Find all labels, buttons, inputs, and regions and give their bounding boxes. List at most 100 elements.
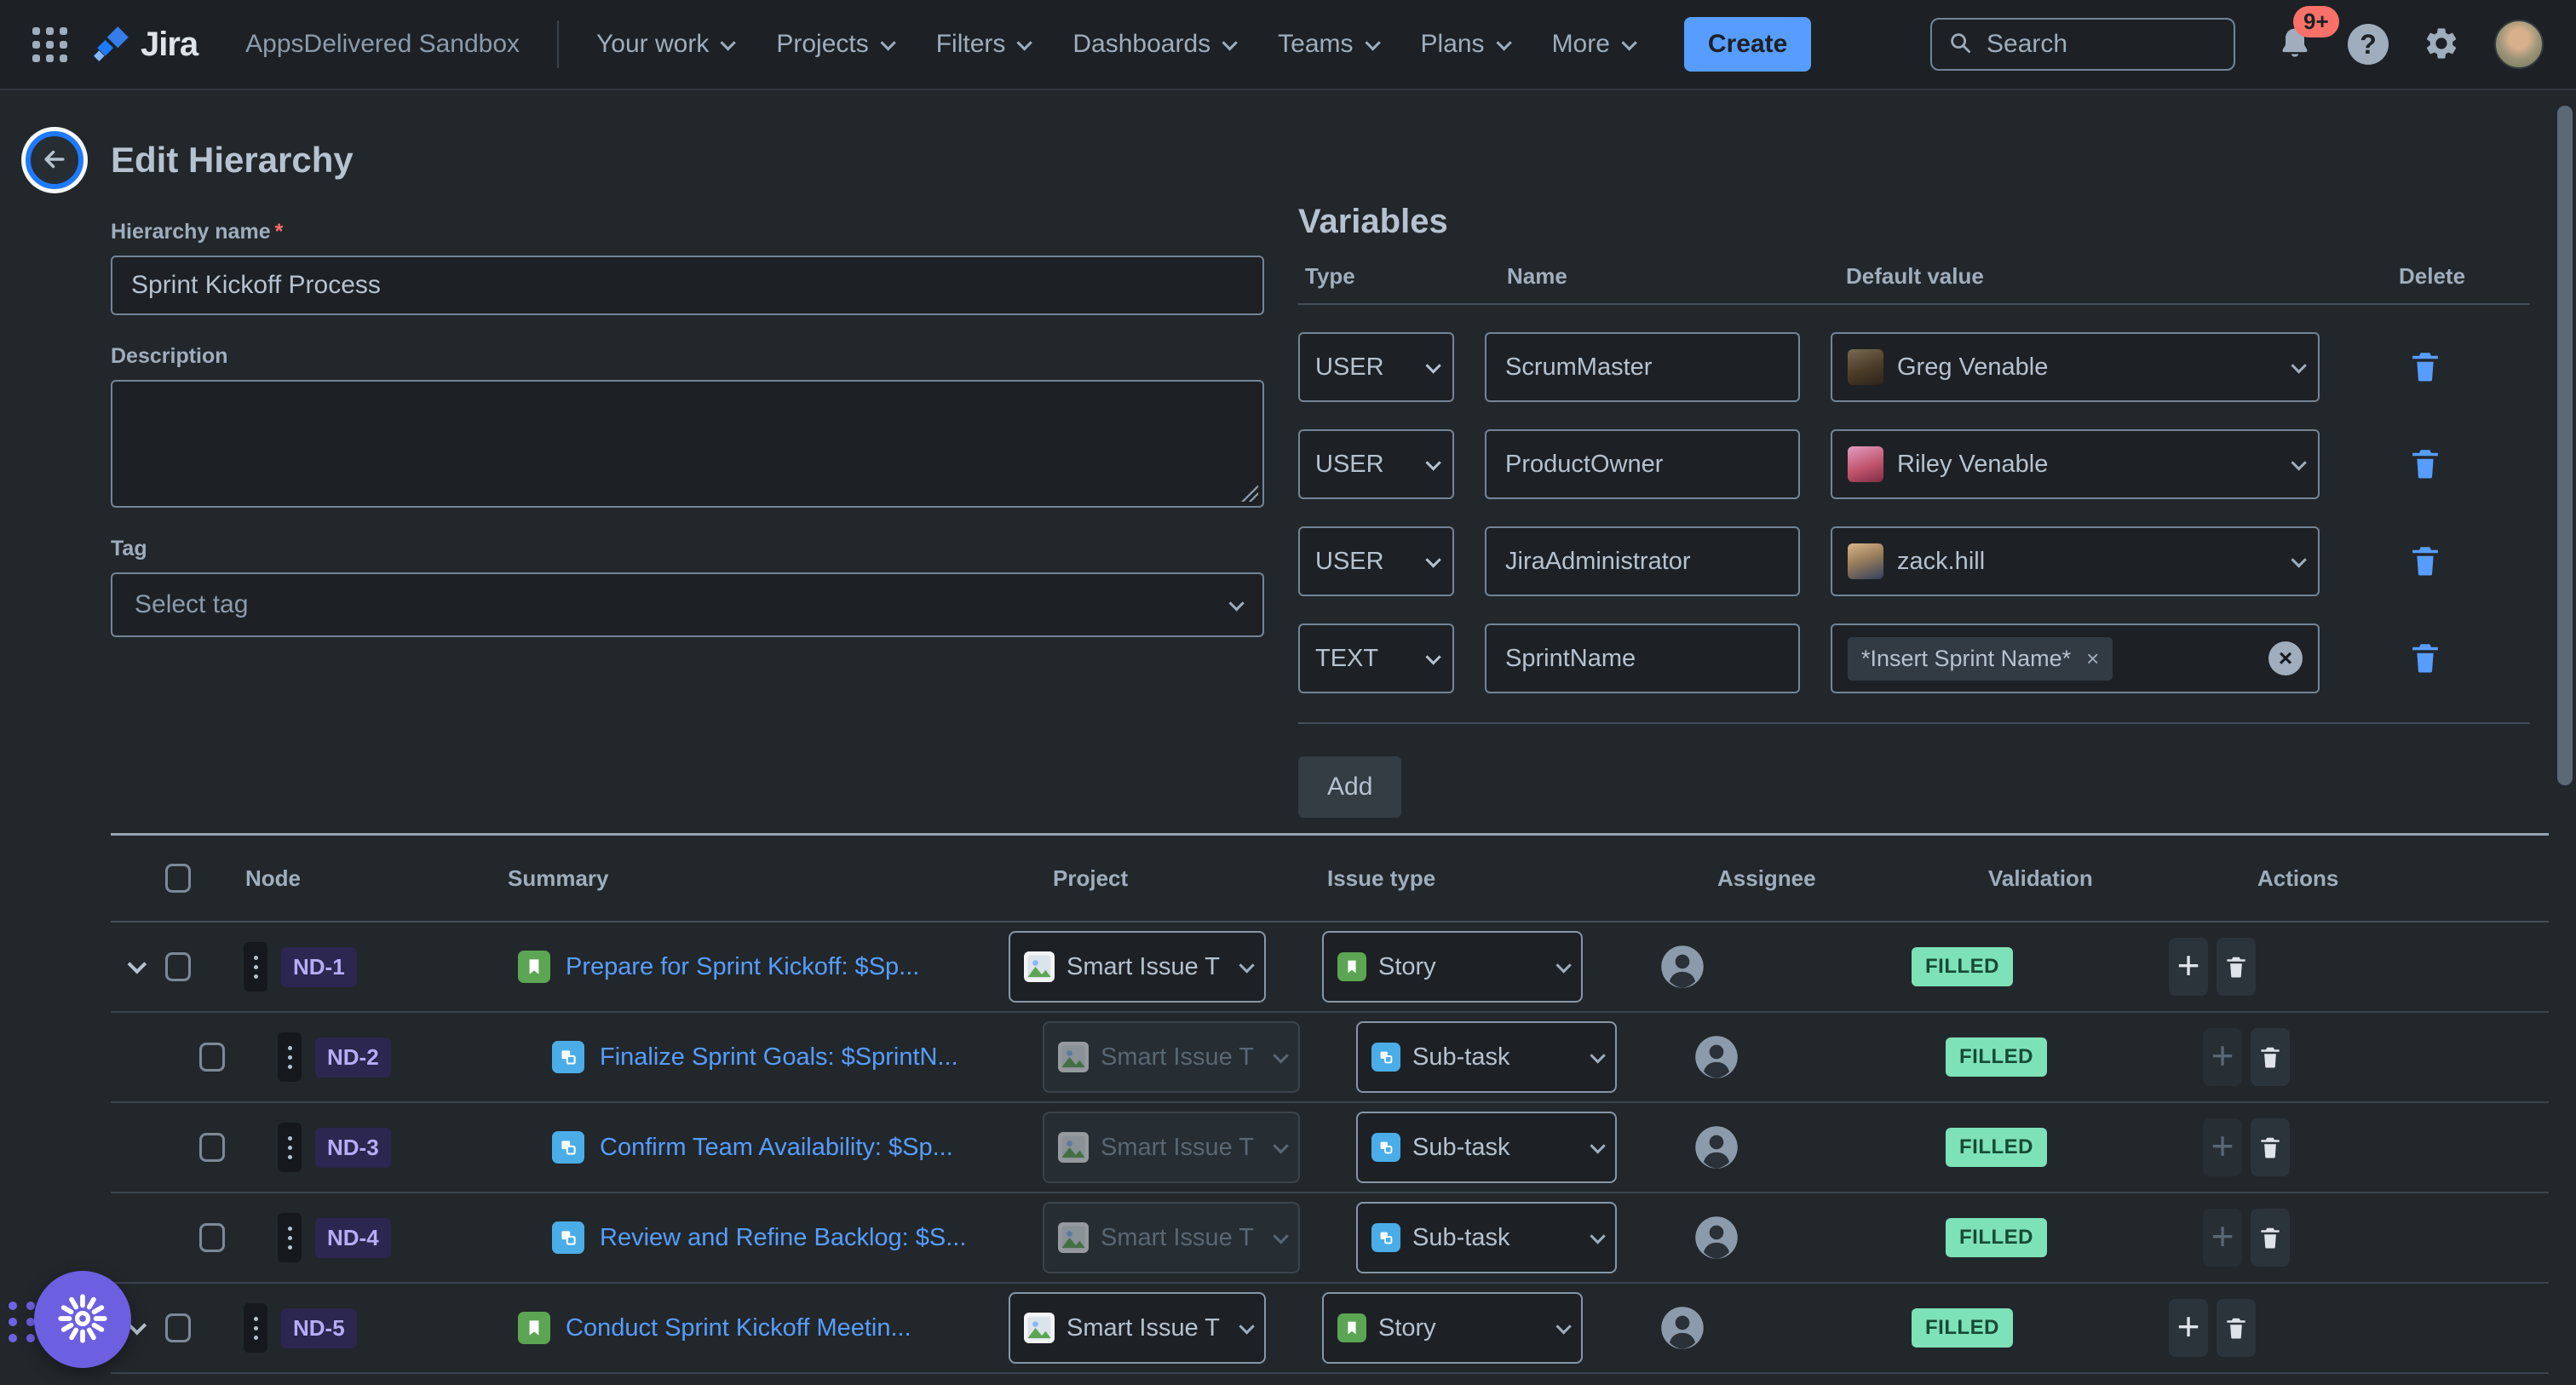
search-icon bbox=[1947, 30, 1973, 60]
drag-handle[interactable] bbox=[278, 1123, 302, 1172]
vertical-scrollbar[interactable] bbox=[2557, 106, 2573, 785]
delete-node-button[interactable] bbox=[2217, 938, 2256, 996]
node-key-badge[interactable]: ND-4 bbox=[315, 1218, 391, 1258]
add-child-button[interactable] bbox=[2169, 1299, 2208, 1357]
issue-type-select[interactable]: Sub-task bbox=[1356, 1112, 1617, 1183]
select-all-checkbox[interactable] bbox=[165, 864, 191, 893]
issue-type-select[interactable]: Sub-task bbox=[1356, 1202, 1617, 1273]
subtask-icon bbox=[552, 1221, 584, 1254]
node-key-badge[interactable]: ND-1 bbox=[281, 947, 357, 987]
subtask-icon bbox=[552, 1041, 584, 1073]
delete-node-button[interactable] bbox=[2251, 1118, 2290, 1176]
tag-select[interactable]: Select tag bbox=[111, 572, 1264, 637]
nav-menu-your-work[interactable]: Your work bbox=[596, 30, 732, 59]
drag-handle[interactable] bbox=[244, 1303, 267, 1353]
summary-link[interactable]: Confirm Team Availability: $Sp... bbox=[600, 1134, 953, 1162]
summary-link[interactable]: Review and Refine Backlog: $S... bbox=[600, 1224, 966, 1252]
remove-chip-icon[interactable] bbox=[2086, 647, 2099, 670]
variables-title: Variables bbox=[1298, 203, 2530, 241]
issue-type-select[interactable]: Story bbox=[1322, 1292, 1583, 1364]
summary-link[interactable]: Prepare for Sprint Kickoff: $Sp... bbox=[566, 953, 919, 981]
variable-name-input[interactable] bbox=[1485, 526, 1800, 596]
resize-grip-icon[interactable] bbox=[1241, 485, 1258, 502]
issue-type-name: Sub-task bbox=[1412, 1224, 1509, 1252]
clear-field-icon[interactable] bbox=[2268, 641, 2303, 675]
assignee-avatar[interactable] bbox=[1659, 1305, 1705, 1351]
delete-variable-button[interactable] bbox=[2407, 445, 2443, 484]
chevron-down-icon bbox=[1496, 35, 1511, 50]
delete-node-button[interactable] bbox=[2251, 1028, 2290, 1086]
hierarchy-name-input[interactable] bbox=[111, 256, 1264, 315]
nav-menu-plans[interactable]: Plans bbox=[1421, 30, 1508, 59]
delete-node-button[interactable] bbox=[2217, 1299, 2256, 1357]
chevron-down-icon bbox=[1425, 649, 1440, 664]
expand-caret-icon[interactable] bbox=[128, 955, 147, 974]
project-select[interactable]: Smart Issue T bbox=[1009, 931, 1266, 1003]
summary-link[interactable]: Finalize Sprint Goals: $SprintN... bbox=[600, 1043, 958, 1072]
create-button[interactable]: Create bbox=[1684, 17, 1811, 72]
issue-type-select[interactable]: Sub-task bbox=[1356, 1021, 1617, 1093]
chevron-down-icon bbox=[1590, 1138, 1605, 1153]
variable-default-select[interactable]: Greg Venable bbox=[1831, 332, 2320, 402]
variable-default-select[interactable]: Riley Venable bbox=[1831, 429, 2320, 499]
variable-name-input[interactable] bbox=[1485, 332, 1800, 402]
nav-menu-teams[interactable]: Teams bbox=[1278, 30, 1376, 59]
row-checkbox[interactable] bbox=[199, 1133, 225, 1162]
chevron-down-icon bbox=[1239, 1319, 1254, 1334]
nav-menu-projects[interactable]: Projects bbox=[776, 30, 891, 59]
delete-variable-button[interactable] bbox=[2407, 640, 2443, 678]
jira-logo[interactable]: Jira bbox=[93, 23, 198, 66]
help-button[interactable] bbox=[2348, 24, 2389, 65]
project-name: Smart Issue T bbox=[1101, 1224, 1254, 1252]
type-value: USER bbox=[1315, 451, 1384, 479]
row-checkbox[interactable] bbox=[199, 1043, 225, 1072]
variable-type-select[interactable]: USER bbox=[1298, 429, 1454, 499]
variable-name-input[interactable] bbox=[1485, 624, 1800, 693]
app-switcher-icon[interactable] bbox=[32, 27, 67, 62]
settings-button[interactable] bbox=[2423, 25, 2460, 65]
search-input[interactable] bbox=[1987, 30, 2218, 59]
assignee-avatar[interactable] bbox=[1693, 1124, 1739, 1170]
variable-type-select[interactable]: USER bbox=[1298, 526, 1454, 596]
search-box[interactable] bbox=[1930, 18, 2235, 71]
drag-handle[interactable] bbox=[244, 942, 267, 991]
row-checkbox[interactable] bbox=[199, 1223, 225, 1252]
variable-type-select[interactable]: TEXT bbox=[1298, 624, 1454, 693]
nav-menu-filters[interactable]: Filters bbox=[936, 30, 1029, 59]
variable-type-select[interactable]: USER bbox=[1298, 332, 1454, 402]
notifications-button[interactable]: 9+ bbox=[2276, 25, 2314, 65]
nav-menu-dashboards[interactable]: Dashboards bbox=[1072, 30, 1233, 59]
delete-variable-button[interactable] bbox=[2407, 348, 2443, 387]
summary-link[interactable]: Conduct Sprint Kickoff Meetin... bbox=[566, 1314, 911, 1342]
back-button[interactable] bbox=[26, 131, 83, 189]
delete-variable-button[interactable] bbox=[2407, 543, 2443, 581]
nav-menu-more[interactable]: More bbox=[1552, 30, 1633, 59]
variable-row: USER zack.hill bbox=[1298, 526, 2530, 596]
issue-type-select[interactable]: Story bbox=[1322, 931, 1583, 1003]
chevron-down-icon bbox=[1017, 35, 1032, 50]
variable-name-input[interactable] bbox=[1485, 429, 1800, 499]
row-checkbox[interactable] bbox=[165, 1313, 191, 1342]
variable-default-multiselect[interactable]: *Insert Sprint Name* bbox=[1831, 624, 2320, 693]
assignee-avatar[interactable] bbox=[1693, 1034, 1739, 1080]
add-variable-button[interactable]: Add bbox=[1298, 756, 1401, 818]
assignee-avatar[interactable] bbox=[1693, 1215, 1739, 1261]
drag-handle[interactable] bbox=[278, 1213, 302, 1262]
validation-badge: FILLED bbox=[1946, 1128, 2047, 1167]
widget-drag-handle[interactable] bbox=[9, 1302, 35, 1342]
drag-handle[interactable] bbox=[278, 1032, 302, 1082]
row-checkbox[interactable] bbox=[165, 952, 191, 981]
node-key-badge[interactable]: ND-2 bbox=[315, 1037, 391, 1078]
delete-node-button[interactable] bbox=[2251, 1209, 2290, 1267]
description-textarea[interactable] bbox=[111, 380, 1264, 508]
profile-button[interactable] bbox=[2494, 20, 2544, 69]
assistant-fab-button[interactable] bbox=[34, 1271, 131, 1368]
project-select[interactable]: Smart Issue T bbox=[1009, 1292, 1266, 1364]
issue-type-name: Story bbox=[1378, 953, 1436, 981]
assignee-avatar[interactable] bbox=[1659, 944, 1705, 990]
variable-default-select[interactable]: zack.hill bbox=[1831, 526, 2320, 596]
node-key-badge[interactable]: ND-5 bbox=[281, 1308, 357, 1348]
divider bbox=[1298, 303, 2530, 305]
add-child-button[interactable] bbox=[2169, 938, 2208, 996]
node-key-badge[interactable]: ND-3 bbox=[315, 1128, 391, 1168]
